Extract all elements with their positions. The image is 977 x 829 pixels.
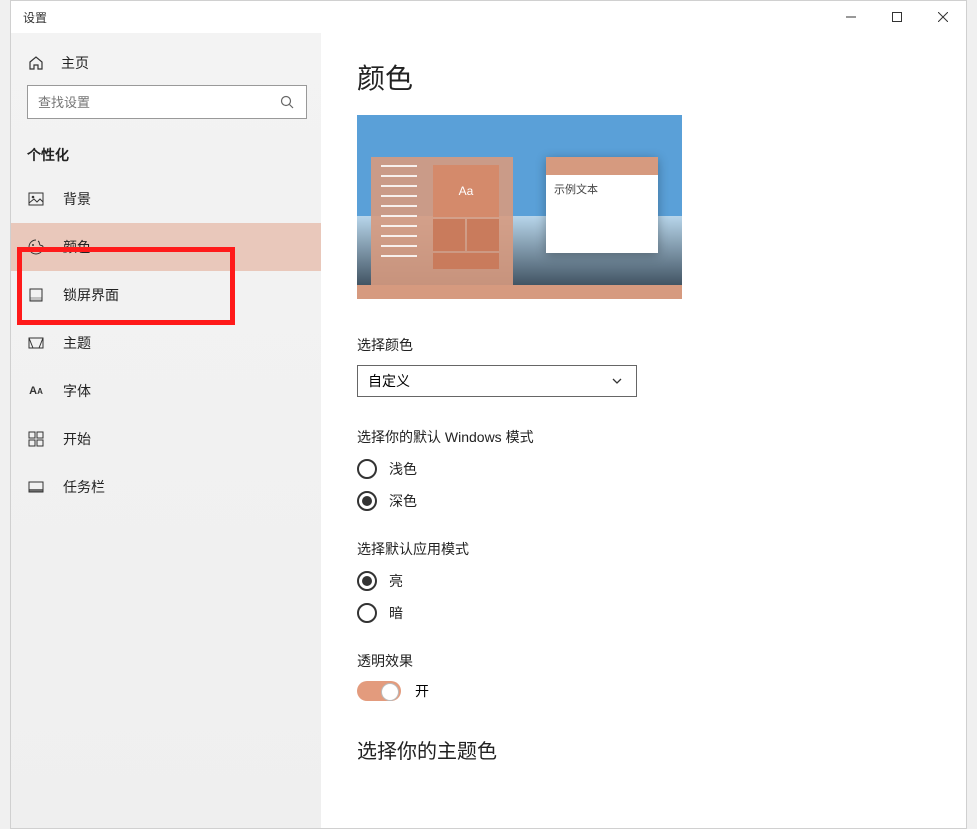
- search-icon: [278, 93, 296, 111]
- section-heading: 个性化: [11, 131, 321, 175]
- main-content: 颜色 Aa: [321, 33, 966, 828]
- windows-mode-dark[interactable]: 深色: [357, 491, 930, 511]
- sidebar-item-themes[interactable]: 主题: [11, 319, 321, 367]
- window-body: 主页 个性化 背景 颜色 锁屏界面: [11, 33, 966, 828]
- sidebar-item-label: 颜色: [63, 237, 91, 257]
- sidebar-item-lockscreen[interactable]: 锁屏界面: [11, 271, 321, 319]
- select-color-label: 选择颜色: [357, 335, 930, 355]
- minimize-button[interactable]: [828, 1, 874, 33]
- sidebar-item-fonts[interactable]: AA 字体: [11, 367, 321, 415]
- app-mode-light[interactable]: 亮: [357, 571, 930, 591]
- sidebar-item-label: 锁屏界面: [63, 285, 119, 305]
- windows-mode-light[interactable]: 浅色: [357, 459, 930, 479]
- titlebar: 设置: [11, 1, 966, 33]
- taskbar-icon: [27, 478, 45, 496]
- search-input[interactable]: [38, 95, 278, 110]
- radio-icon: [357, 571, 377, 591]
- sidebar: 主页 个性化 背景 颜色 锁屏界面: [11, 33, 321, 828]
- palette-icon: [27, 238, 45, 256]
- transparency-label: 透明效果: [357, 651, 930, 671]
- lockscreen-icon: [27, 286, 45, 304]
- radio-label: 浅色: [389, 459, 417, 479]
- chevron-down-icon: [608, 372, 626, 390]
- toggle-value: 开: [415, 681, 429, 701]
- sidebar-item-taskbar[interactable]: 任务栏: [11, 463, 321, 511]
- radio-icon: [357, 603, 377, 623]
- sidebar-item-label: 开始: [63, 429, 91, 449]
- app-mode-dark[interactable]: 暗: [357, 603, 930, 623]
- theme-icon: [27, 334, 45, 352]
- windows-mode-label: 选择你的默认 Windows 模式: [357, 427, 930, 447]
- font-icon: AA: [27, 382, 45, 400]
- window-controls: [828, 1, 966, 33]
- select-value: 自定义: [368, 371, 410, 391]
- radio-label: 亮: [389, 571, 403, 591]
- sidebar-item-label: 主题: [63, 333, 91, 353]
- radio-label: 深色: [389, 491, 417, 511]
- home-label: 主页: [61, 53, 89, 73]
- preview-start-menu: Aa: [371, 157, 513, 285]
- sidebar-item-label: 字体: [63, 381, 91, 401]
- preview-sample-window: 示例文本: [546, 157, 658, 253]
- radio-label: 暗: [389, 603, 403, 623]
- transparency-toggle[interactable]: [357, 681, 401, 701]
- app-mode-label: 选择默认应用模式: [357, 539, 930, 559]
- start-icon: [27, 430, 45, 448]
- radio-icon: [357, 491, 377, 511]
- sidebar-item-label: 背景: [63, 189, 91, 209]
- sidebar-item-start[interactable]: 开始: [11, 415, 321, 463]
- color-mode-select[interactable]: 自定义: [357, 365, 637, 397]
- window-title: 设置: [23, 9, 47, 26]
- home-link[interactable]: 主页: [11, 41, 321, 85]
- sidebar-item-label: 任务栏: [63, 477, 105, 497]
- search-container: [11, 85, 321, 131]
- sidebar-item-colors[interactable]: 颜色: [11, 223, 321, 271]
- home-icon: [27, 54, 45, 72]
- accent-heading: 选择你的主题色: [357, 735, 930, 764]
- page-title: 颜色: [357, 57, 930, 97]
- search-box[interactable]: [27, 85, 307, 119]
- sidebar-item-background[interactable]: 背景: [11, 175, 321, 223]
- maximize-button[interactable]: [874, 1, 920, 33]
- picture-icon: [27, 190, 45, 208]
- settings-window: 设置 主页: [10, 0, 967, 829]
- close-button[interactable]: [920, 1, 966, 33]
- preview-sample-text: 示例文本: [546, 175, 658, 203]
- radio-icon: [357, 459, 377, 479]
- preview-tile-text: Aa: [433, 165, 499, 217]
- color-preview: Aa 示例文本: [357, 115, 682, 299]
